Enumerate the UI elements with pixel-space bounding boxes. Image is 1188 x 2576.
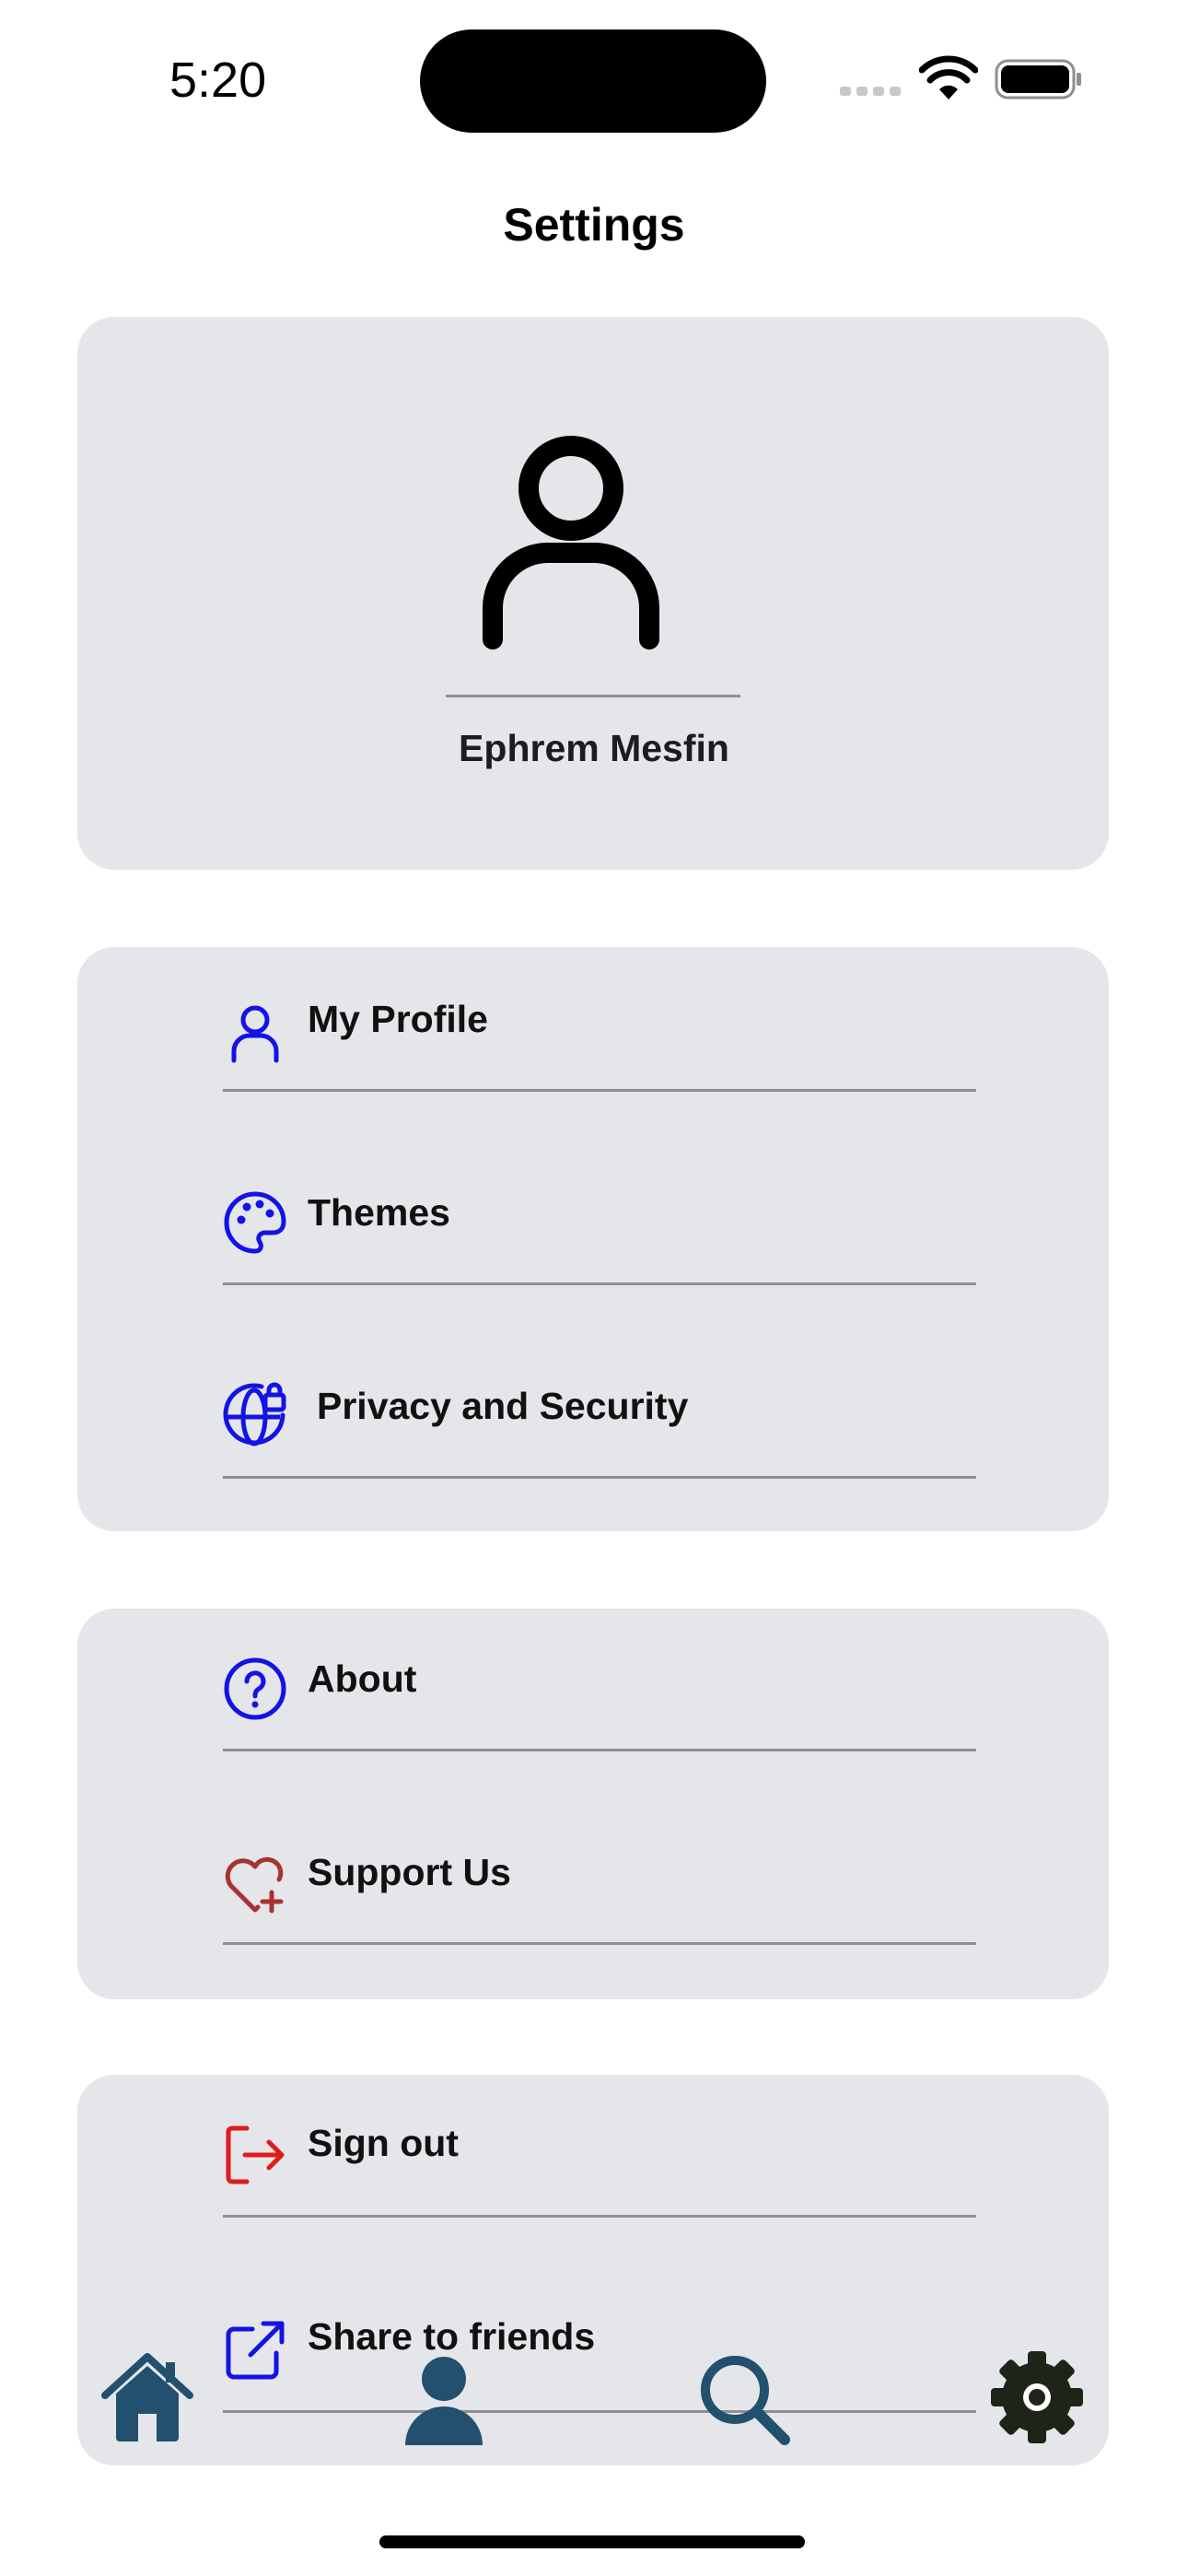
row-label: About [308, 1657, 417, 1700]
sign-out-icon [226, 2125, 285, 2184]
row-divider [223, 2410, 976, 2413]
row-label: My Profile [308, 998, 488, 1040]
share-external-icon [226, 2321, 285, 2380]
wifi-icon [919, 55, 978, 100]
heart-plus-icon [225, 1856, 284, 1914]
person-icon[interactable] [396, 2355, 492, 2451]
home-indicator [379, 2535, 805, 2548]
page-title: Settings [503, 199, 685, 251]
home-icon[interactable] [99, 2349, 195, 2445]
question-circle-icon [224, 1657, 286, 1720]
cellular-signal-icon [840, 87, 901, 96]
row-label: Themes [308, 1191, 450, 1234]
person-icon [231, 1005, 279, 1063]
globe-lock-icon [223, 1382, 286, 1446]
profile-divider [446, 695, 740, 697]
row-divider [223, 2215, 976, 2218]
gear-icon[interactable] [989, 2349, 1085, 2445]
row-divider [223, 1942, 976, 1945]
search-icon[interactable] [696, 2351, 792, 2447]
battery-icon [995, 59, 1081, 100]
row-divider [223, 1089, 976, 1092]
row-label: Share to friends [308, 2315, 596, 2358]
person-icon [483, 436, 659, 650]
row-label: Sign out [308, 2122, 459, 2164]
row-label: Privacy and Security [317, 1385, 689, 1427]
palette-icon [224, 1191, 286, 1254]
status-time: 5:20 [169, 53, 267, 108]
row-divider [223, 1476, 976, 1479]
profile-name: Ephrem Mesfin [459, 727, 729, 769]
row-divider [223, 1282, 976, 1285]
row-divider [223, 1749, 976, 1751]
dynamic-island [420, 29, 766, 133]
row-label: Support Us [308, 1851, 511, 1893]
